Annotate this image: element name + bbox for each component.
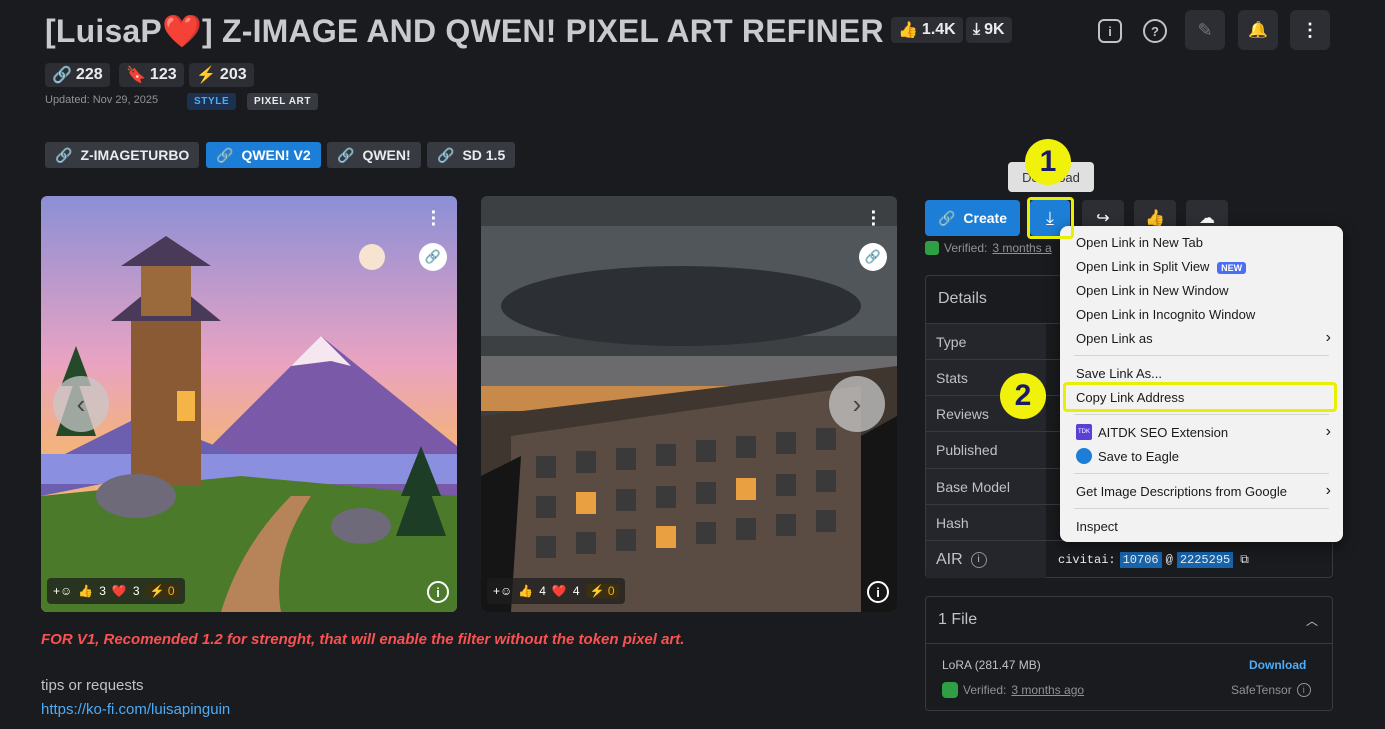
links-stat: 🔗 228 <box>45 63 110 87</box>
aitdk-icon: TDK <box>1076 424 1092 440</box>
chevron-right-icon: › <box>1325 423 1331 440</box>
verified-status: Verified: 3 months a <box>925 241 1052 255</box>
create-button[interactable]: 🔗 Create <box>925 200 1020 236</box>
details-row-air: AIR i civitai: 10706 @2225295 ⧉ <box>926 540 1333 578</box>
notify-button[interactable]: 🔔 <box>1238 10 1278 50</box>
thumbs-up-icon: 👍 <box>518 584 534 598</box>
download-count[interactable]: ⤓ 9K <box>966 17 1012 43</box>
menu-separator <box>1074 355 1329 356</box>
bolt-icon: ⚡ <box>196 67 216 84</box>
menu-inspect[interactable]: Inspect <box>1076 515 1331 537</box>
highlight-download-box <box>1027 197 1074 239</box>
menu-separator <box>1074 508 1329 509</box>
annotation-marker-2: 2 <box>1000 373 1046 419</box>
version-tab-zimage[interactable]: 🔗 Z-IMAGETURBO <box>45 142 200 168</box>
share-icon: ↪ <box>1096 210 1110 227</box>
info-icon[interactable]: i <box>1296 683 1311 697</box>
image-2-info-icon[interactable]: i <box>867 581 889 603</box>
image-1-remix-icon[interactable]: 🔗 <box>419 243 447 271</box>
heart-icon: ❤️ <box>551 584 567 598</box>
help-icon[interactable]: ? <box>1143 19 1167 43</box>
edit-button[interactable]: ✎ <box>1185 10 1225 50</box>
menu-open-incognito[interactable]: Open Link in Incognito Window <box>1076 303 1331 325</box>
description-tips: tips or requests <box>41 677 144 694</box>
bolt-icon: ⚡ <box>589 584 605 598</box>
version-tab-qwen-v2[interactable]: 🔗 QWEN! V2 <box>206 142 321 168</box>
image-1-reactions[interactable]: +☺ 👍 3 ❤️ 3 ⚡ 0 <box>47 578 185 604</box>
divider <box>926 643 1332 644</box>
new-badge: NEW <box>1217 261 1247 274</box>
download-icon: ⤓ <box>973 21 981 38</box>
details-title[interactable]: Details <box>938 290 987 308</box>
menu-save-to-eagle[interactable]: Save to Eagle <box>1076 445 1331 467</box>
cloud-icon: ☁ <box>1199 210 1215 227</box>
file-name: LoRA (281.47 MB) <box>942 658 1041 672</box>
menu-save-link-as[interactable]: Save Link As... <box>1076 362 1331 384</box>
eagle-icon <box>1076 448 1092 464</box>
menu-open-new-tab[interactable]: Open Link in New Tab <box>1076 231 1331 253</box>
bell-plus-icon: 🔔 <box>1248 22 1268 39</box>
image-2-remix-icon[interactable]: 🔗 <box>859 243 887 271</box>
menu-image-descriptions[interactable]: Get Image Descriptions from Google › <box>1076 480 1331 502</box>
info-icon[interactable]: i <box>970 551 987 568</box>
carousel-prev-button[interactable]: ‹ <box>53 376 109 432</box>
link-icon: 🔗 <box>337 146 355 163</box>
link-icon: 🔗 <box>55 146 73 163</box>
image-1-info-icon[interactable]: i <box>427 581 449 603</box>
heart-icon: ❤️ <box>111 584 127 598</box>
kofi-link[interactable]: https://ko-fi.com/luisapinguin <box>41 701 230 718</box>
menu-separator <box>1074 473 1329 474</box>
menu-separator <box>1074 414 1329 415</box>
brush-icon: 🔗 <box>937 209 956 226</box>
page-title: [LuisaP❤️] Z-IMAGE AND QWEN! PIXEL ART R… <box>45 13 884 49</box>
image-1-menu-icon[interactable]: · · · <box>429 203 439 235</box>
add-reaction-icon: +☺ <box>493 584 513 598</box>
description-note: FOR V1, Recomended 1.2 for strenght, tha… <box>41 631 685 648</box>
thumbs-up-icon: 👍 <box>78 584 94 598</box>
menu-open-link-as[interactable]: Open Link as › <box>1076 327 1331 349</box>
add-reaction-icon: +☺ <box>53 584 73 598</box>
highlight-copy-link-box <box>1063 382 1337 412</box>
updated-date: Updated: Nov 29, 2025 <box>45 94 159 106</box>
badge-style[interactable]: STYLE <box>187 93 237 110</box>
chevron-up-icon[interactable]: ︿ <box>1306 612 1318 629</box>
copy-icon[interactable]: ⧉ <box>1240 553 1249 567</box>
like-count[interactable]: 👍 1.4K <box>891 17 963 43</box>
shield-check-icon <box>925 241 939 255</box>
image-2-menu-icon[interactable]: · · · <box>869 203 879 235</box>
image-2-reactions[interactable]: +☺ 👍 4 ❤️ 4 ⚡ 0 <box>487 578 625 604</box>
more-vertical-icon: ⋮ <box>1301 19 1319 40</box>
info-icon[interactable]: i <box>1098 19 1122 43</box>
version-tab-qwen[interactable]: 🔗 QWEN! <box>327 142 421 168</box>
link-icon: 🔗 <box>52 67 72 84</box>
thumbs-up-icon: 👍 <box>1145 210 1165 227</box>
heart-icon: ❤️ <box>161 13 203 49</box>
menu-open-split-view[interactable]: Open Link in Split View NEW <box>1076 255 1331 277</box>
link-icon: 🔗 <box>437 146 455 163</box>
shield-check-icon <box>942 682 958 698</box>
more-button[interactable]: ⋮ <box>1290 10 1330 50</box>
file-verified: Verified: 3 months ago <box>942 682 1084 698</box>
bookmarks-stat[interactable]: 🔖 123 <box>119 63 184 87</box>
menu-aitdk[interactable]: TDK AITDK SEO Extension › <box>1076 421 1331 443</box>
version-tab-sd15[interactable]: 🔗 SD 1.5 <box>427 142 516 168</box>
buzz-stat: ⚡ 203 <box>189 63 254 87</box>
annotation-marker-1: 1 <box>1025 139 1071 185</box>
chevron-right-icon: › <box>1325 329 1331 346</box>
file-format: SafeTensor i <box>1231 683 1311 697</box>
bolt-icon: ⚡ <box>149 584 165 598</box>
thumbs-up-icon: 👍 <box>898 22 918 39</box>
file-download-link[interactable]: Download <box>1249 658 1306 672</box>
link-icon: 🔗 <box>216 146 234 163</box>
brush-icon: ✎ <box>1197 19 1213 40</box>
menu-open-new-window[interactable]: Open Link in New Window <box>1076 279 1331 301</box>
chevron-right-icon: › <box>1325 482 1331 499</box>
files-title[interactable]: 1 File <box>938 611 977 629</box>
carousel-next-button[interactable]: › <box>829 376 885 432</box>
bookmark-icon: 🔖 <box>126 67 146 84</box>
badge-pixel-art[interactable]: PIXEL ART <box>247 93 319 110</box>
